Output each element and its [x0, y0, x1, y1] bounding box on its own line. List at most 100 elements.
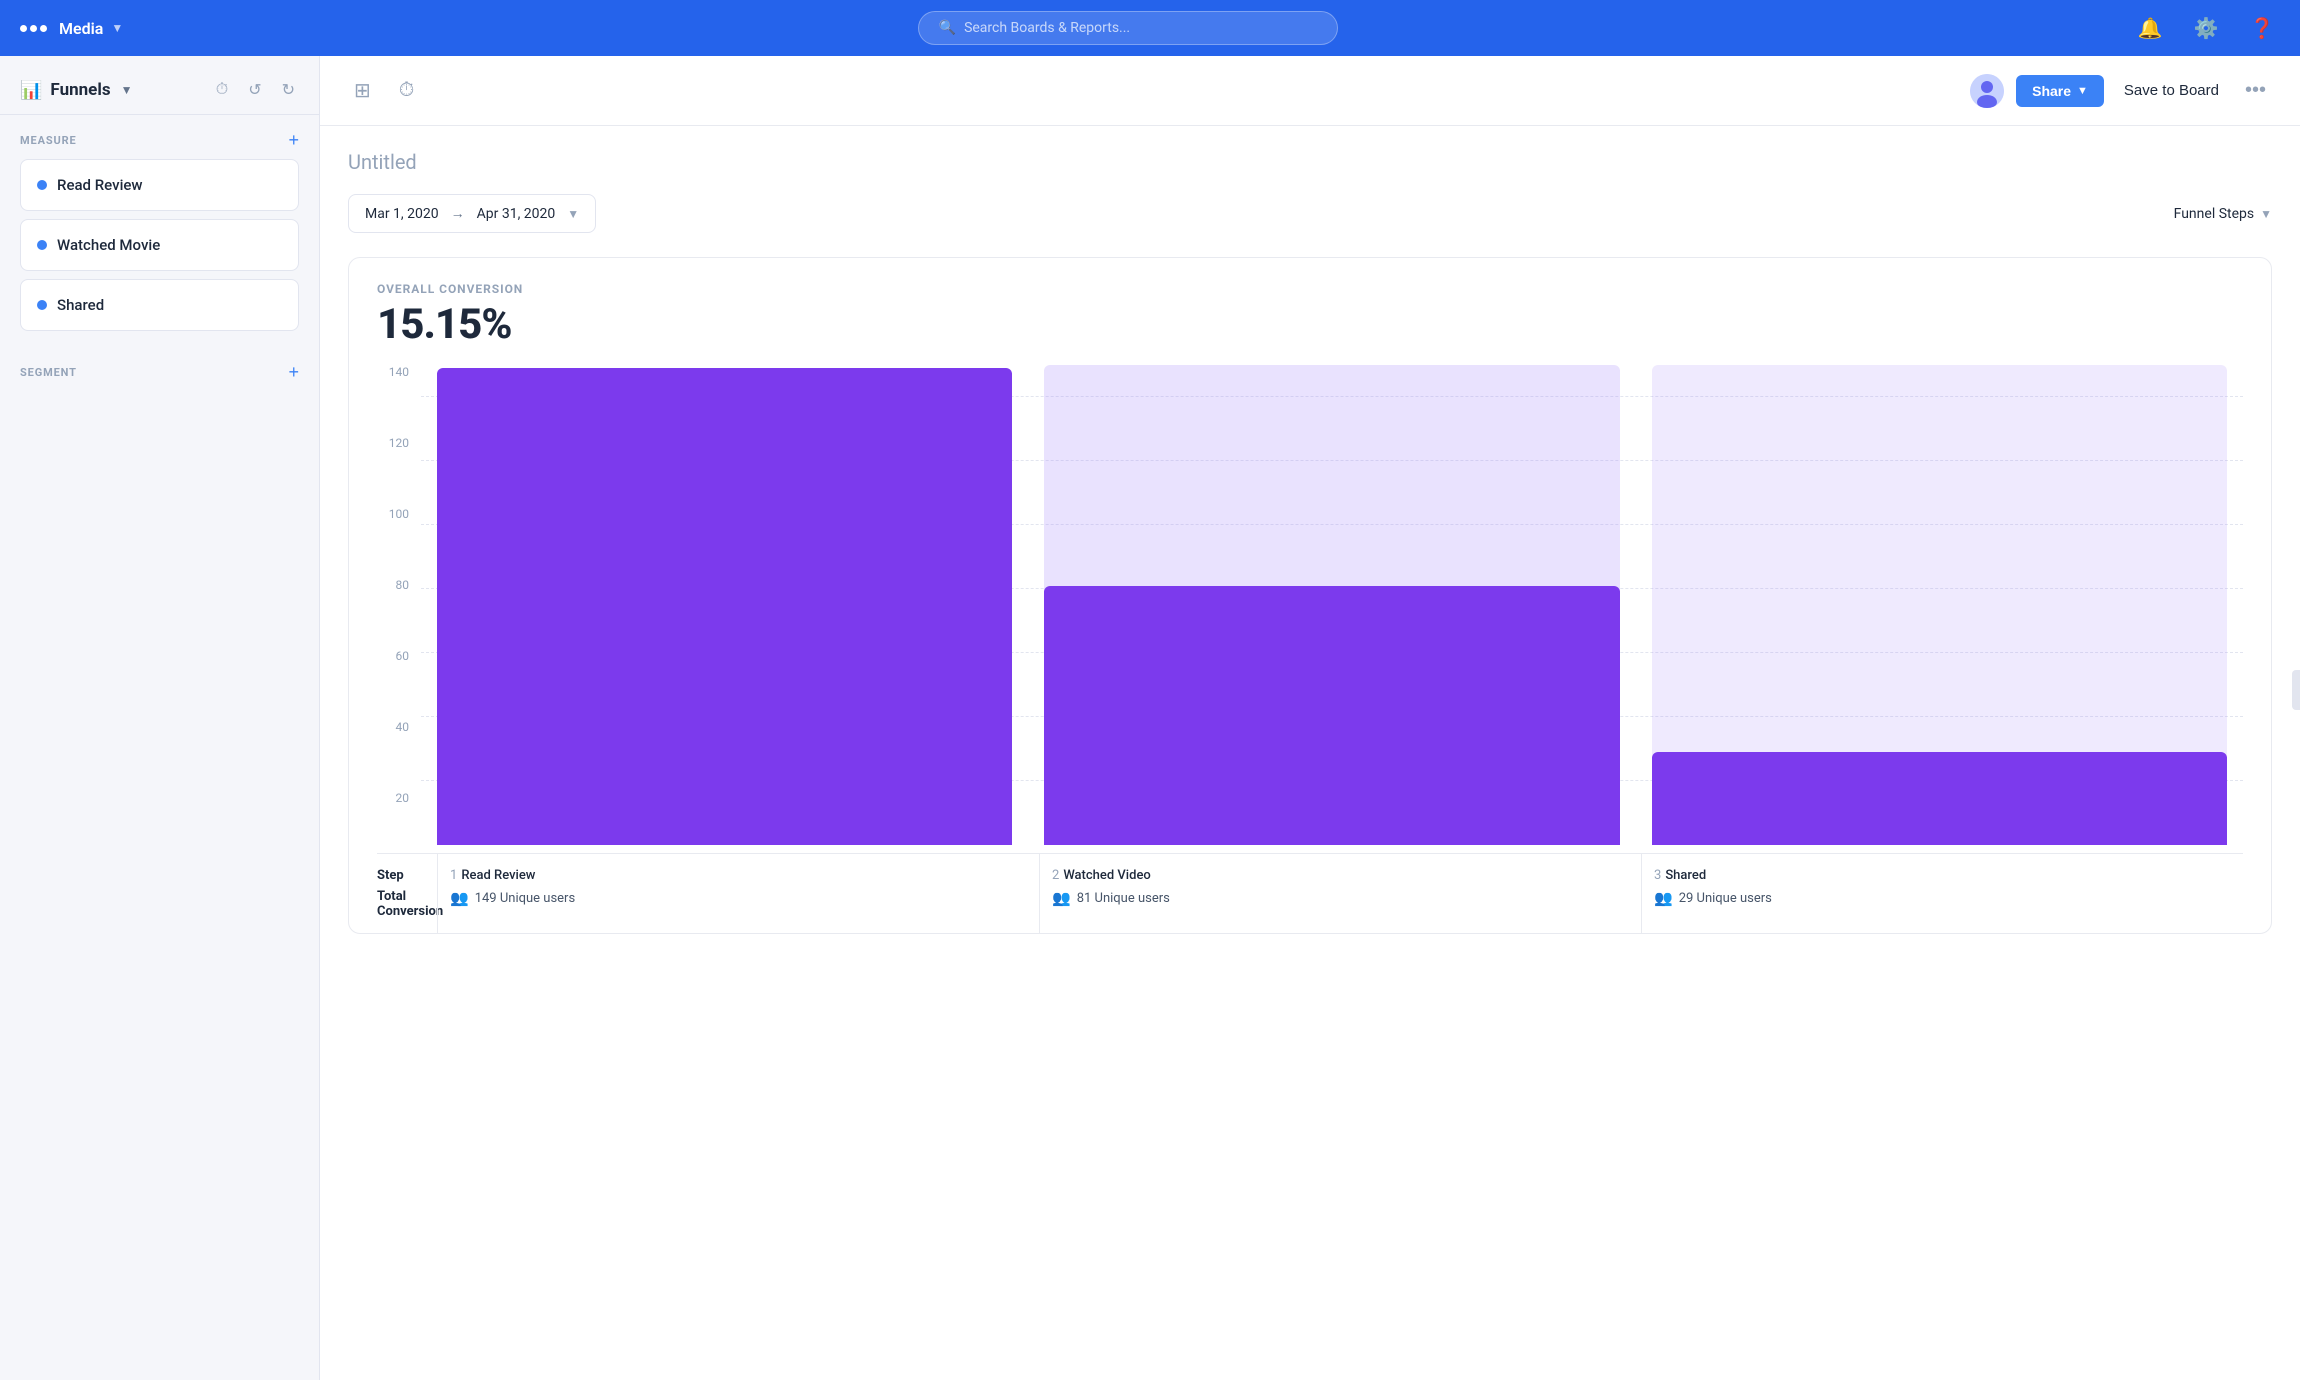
- date-chevron-icon: ▼: [567, 207, 579, 221]
- measure-item-shared[interactable]: Shared: [20, 279, 299, 331]
- total-conversion-label: Total Conversion: [377, 889, 437, 919]
- sidebar-title[interactable]: Funnels: [50, 80, 110, 100]
- overall-conversion-label: OVERALL CONVERSION: [377, 282, 2243, 296]
- search-bar[interactable]: 🔍 Search Boards & Reports...: [918, 11, 1338, 45]
- add-measure-button[interactable]: +: [288, 131, 299, 149]
- step-info-3: 3 Shared 👥 29 Unique users: [1641, 854, 2243, 933]
- help-button[interactable]: ❓: [2244, 10, 2280, 46]
- funnel-steps-picker[interactable]: Funnel Steps ▼: [2174, 206, 2272, 222]
- step-1-name: Read Review: [461, 868, 535, 883]
- search-placeholder-text: Search Boards & Reports...: [964, 20, 1130, 36]
- step-info-1: 1 Read Review 👥 149 Unique users: [437, 854, 1039, 933]
- sidebar-measure-section: MEASURE + Read Review Watched Movie Shar…: [0, 115, 319, 347]
- y-label-40: 40: [377, 720, 409, 734]
- search-icon: 🔍: [939, 20, 956, 36]
- sidebar-title-wrap: 📊 Funnels ▼: [20, 80, 132, 101]
- bar-fg-1[interactable]: [437, 368, 1012, 845]
- share-button[interactable]: Share ▼: [2016, 75, 2104, 107]
- notifications-button[interactable]: 🔔: [2132, 10, 2168, 46]
- share-chevron-icon: ▼: [2077, 85, 2088, 97]
- date-range-picker[interactable]: Mar 1, 2020 → Apr 31, 2020 ▼: [348, 194, 596, 233]
- sidebar: 📊 Funnels ▼ ⏱ ↺ ↻ MEASURE + Read Review …: [0, 56, 320, 1380]
- step-2-name-row: 2 Watched Video: [1052, 868, 1629, 883]
- nav-dot-2: [30, 25, 37, 32]
- report-title[interactable]: Untitled: [348, 150, 2272, 174]
- segment-section-header: SEGMENT +: [20, 363, 299, 381]
- step-3-num: 3: [1654, 868, 1661, 883]
- measure-label-read-review: Read Review: [57, 176, 143, 194]
- y-label-20: 20: [377, 791, 409, 805]
- date-start: Mar 1, 2020: [365, 206, 439, 222]
- settings-button[interactable]: ⚙️: [2188, 10, 2224, 46]
- nav-dot-3: [40, 25, 47, 32]
- step-3-name-row: 3 Shared: [1654, 868, 2231, 883]
- measure-dot-2: [37, 240, 47, 250]
- step-3-users: 29 Unique users: [1679, 891, 1772, 906]
- measure-item-watched-movie[interactable]: Watched Movie: [20, 219, 299, 271]
- users-icon-3: 👥: [1654, 889, 1673, 907]
- more-dots-icon: •••: [2245, 79, 2266, 101]
- nav-dots-icon: [20, 25, 47, 32]
- table-view-button[interactable]: ⊞: [348, 72, 377, 109]
- y-label-120: 120: [377, 436, 409, 450]
- avatar-image: [1970, 74, 2004, 108]
- bar-fg-2[interactable]: [1044, 586, 1619, 845]
- share-label: Share: [2032, 83, 2071, 99]
- navbar-right: 🔔 ⚙️ ❓: [2132, 10, 2280, 46]
- step-1-name-row: 1 Read Review: [450, 868, 1027, 883]
- navbar-logo-area: Media ▼: [20, 19, 123, 38]
- filter-bar: Mar 1, 2020 → Apr 31, 2020 ▼ Funnel Step…: [348, 194, 2272, 233]
- gear-icon: ⚙️: [2194, 16, 2219, 41]
- navbar-center: 🔍 Search Boards & Reports...: [123, 11, 2132, 45]
- more-options-button[interactable]: •••: [2239, 73, 2272, 108]
- step-2-users-row: 👥 81 Unique users: [1052, 889, 1629, 907]
- bell-icon: 🔔: [2138, 16, 2163, 41]
- app-name[interactable]: Media: [59, 19, 103, 38]
- step-3-name: Shared: [1665, 868, 1706, 883]
- funnel-steps-chevron-icon: ▼: [2260, 207, 2272, 221]
- navbar: Media ▼ 🔍 Search Boards & Reports... 🔔 ⚙…: [0, 0, 2300, 56]
- y-label-140: 140: [377, 365, 409, 379]
- measure-section-header: MEASURE +: [20, 131, 299, 149]
- sidebar-controls: ⏱ ↺ ↻: [212, 76, 299, 104]
- nav-dot-1: [20, 25, 27, 32]
- chart-meta: OVERALL CONVERSION 15.15%: [377, 282, 2243, 349]
- app-body: 📊 Funnels ▼ ⏱ ↺ ↻ MEASURE + Read Review …: [0, 0, 2300, 1380]
- step-1-num: 1: [450, 868, 457, 883]
- report-area: Untitled Mar 1, 2020 → Apr 31, 2020 ▼ Fu…: [320, 126, 2300, 1380]
- y-axis: 20 40 60 80 100 120 140: [377, 365, 421, 845]
- step-2-name: Watched Video: [1063, 868, 1150, 883]
- redo-button[interactable]: ↻: [278, 76, 299, 104]
- step-label: Step: [377, 868, 437, 883]
- measure-item-read-review[interactable]: Read Review: [20, 159, 299, 211]
- users-icon-2: 👥: [1052, 889, 1071, 907]
- clock-icon: ⏱: [399, 79, 415, 101]
- help-icon: ❓: [2250, 16, 2275, 41]
- toolbar: ⊞ ⏱ Share ▼ S: [320, 56, 2300, 126]
- steps-info: Step Total Conversion 1 Read Review 👥 14…: [377, 853, 2243, 933]
- app-name-chevron-icon: ▼: [111, 21, 123, 35]
- date-end: Apr 31, 2020: [477, 206, 556, 222]
- toolbar-left: ⊞ ⏱: [348, 72, 420, 109]
- step-1-users: 149 Unique users: [475, 891, 575, 906]
- add-segment-button[interactable]: +: [288, 363, 299, 381]
- bar-fg-3[interactable]: [1652, 752, 2227, 845]
- history-view-button[interactable]: ⏱: [393, 73, 421, 108]
- step-2-users: 81 Unique users: [1077, 891, 1170, 906]
- step-2-num: 2: [1052, 868, 1059, 883]
- right-edge-tab[interactable]: [2292, 670, 2300, 710]
- sidebar-header: 📊 Funnels ▼ ⏱ ↺ ↻: [0, 56, 319, 115]
- save-to-board-button[interactable]: Save to Board: [2116, 74, 2227, 107]
- main-content: ⊞ ⏱ Share ▼ S: [320, 56, 2300, 1380]
- measure-dot-3: [37, 300, 47, 310]
- table-icon: ⊞: [354, 80, 371, 102]
- undo-button[interactable]: ↺: [244, 76, 265, 104]
- avatar: [1970, 74, 2004, 108]
- bars-area: [421, 365, 2243, 845]
- measure-label-shared: Shared: [57, 296, 104, 314]
- step-3-users-row: 👥 29 Unique users: [1654, 889, 2231, 907]
- funnel-chart-icon: 📊: [20, 80, 42, 101]
- chart-area: 20 40 60 80 100 120 140: [377, 365, 2243, 845]
- history-button[interactable]: ⏱: [212, 76, 232, 104]
- segment-label: SEGMENT: [20, 366, 77, 379]
